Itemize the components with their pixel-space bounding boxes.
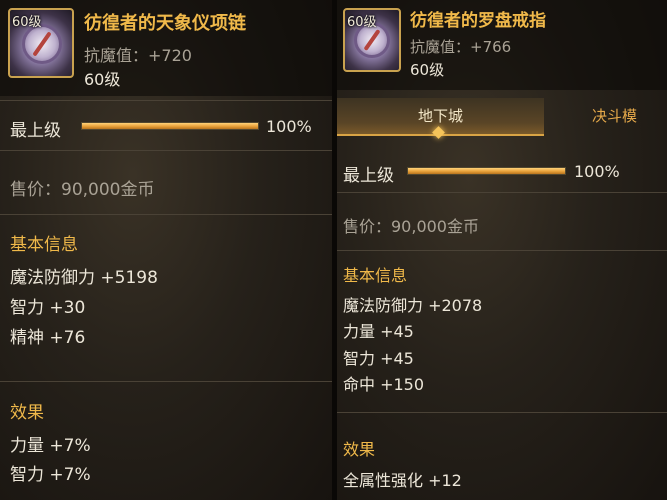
basic-info-title: 基本信息: [343, 266, 408, 285]
stat-line: 智力 +30: [10, 298, 86, 318]
stat-line: 魔法防御力 +5198: [10, 268, 158, 288]
upgrade-bar-fill: [408, 168, 565, 174]
divider: [337, 412, 667, 413]
divider: [337, 192, 667, 193]
stat-line: 命中 +150: [343, 375, 425, 394]
divider: [0, 214, 332, 215]
item-level: 60级: [84, 70, 121, 89]
mode-tabs: 地下城 决斗模: [337, 98, 667, 136]
effect-line: 智力 +7%: [10, 465, 91, 485]
upgrade-bar-fill: [82, 123, 258, 129]
effect-line: 力量 +7%: [10, 436, 91, 456]
stat-line: 智力 +45: [343, 349, 414, 368]
tooltip-header: 60级 彷徨者的天象仪项链 抗魔值：+720 60级: [0, 0, 332, 96]
divider: [0, 100, 332, 101]
upgrade-bar: [407, 167, 566, 175]
effect-line: 全属性强化 +12: [343, 471, 462, 490]
divider: [337, 250, 667, 251]
item-name: 彷徨者的罗盘戒指: [410, 11, 546, 31]
stat-line: 力量 +45: [343, 322, 414, 341]
compass-ring-icon[interactable]: 60级: [343, 8, 401, 72]
divider: [0, 150, 332, 151]
sell-price: 售价：90,000金币: [343, 217, 479, 236]
effect-title: 效果: [343, 440, 376, 459]
resist-value: 抗魔值：+720: [84, 46, 192, 65]
basic-info-title: 基本信息: [10, 235, 78, 255]
upgrade-label: 最上级: [343, 166, 394, 186]
divider: [0, 381, 332, 382]
stat-line: 精神 +76: [10, 328, 86, 348]
item-name: 彷徨者的天象仪项链: [84, 13, 246, 34]
necklace-tooltip: 60级 彷徨者的天象仪项链 抗魔值：+720 60级 最上级 100% 售价：9…: [0, 0, 332, 500]
upgrade-percent: 100%: [266, 117, 312, 136]
upgrade-bar: [81, 122, 259, 130]
effect-title: 效果: [10, 403, 44, 423]
resist-value: 抗魔值：+766: [410, 38, 512, 56]
tooltip-header: 60级 彷徨者的罗盘戒指 抗魔值：+766 60级: [337, 0, 667, 90]
upgrade-label: 最上级: [10, 121, 61, 141]
ring-tooltip: 60级 彷徨者的罗盘戒指 抗魔值：+766 60级 地下城 决斗模 最上级 10…: [337, 0, 667, 500]
upgrade-percent: 100%: [574, 162, 620, 181]
icon-level-tag: 60级: [347, 15, 377, 30]
astrolabe-necklace-icon[interactable]: 60级: [8, 8, 74, 78]
stat-line: 魔法防御力 +2078: [343, 296, 483, 315]
item-level: 60级: [410, 61, 445, 79]
sell-price: 售价：90,000金币: [10, 180, 155, 200]
tab-pvp[interactable]: 决斗模: [592, 98, 667, 136]
icon-level-tag: 60级: [12, 15, 42, 30]
